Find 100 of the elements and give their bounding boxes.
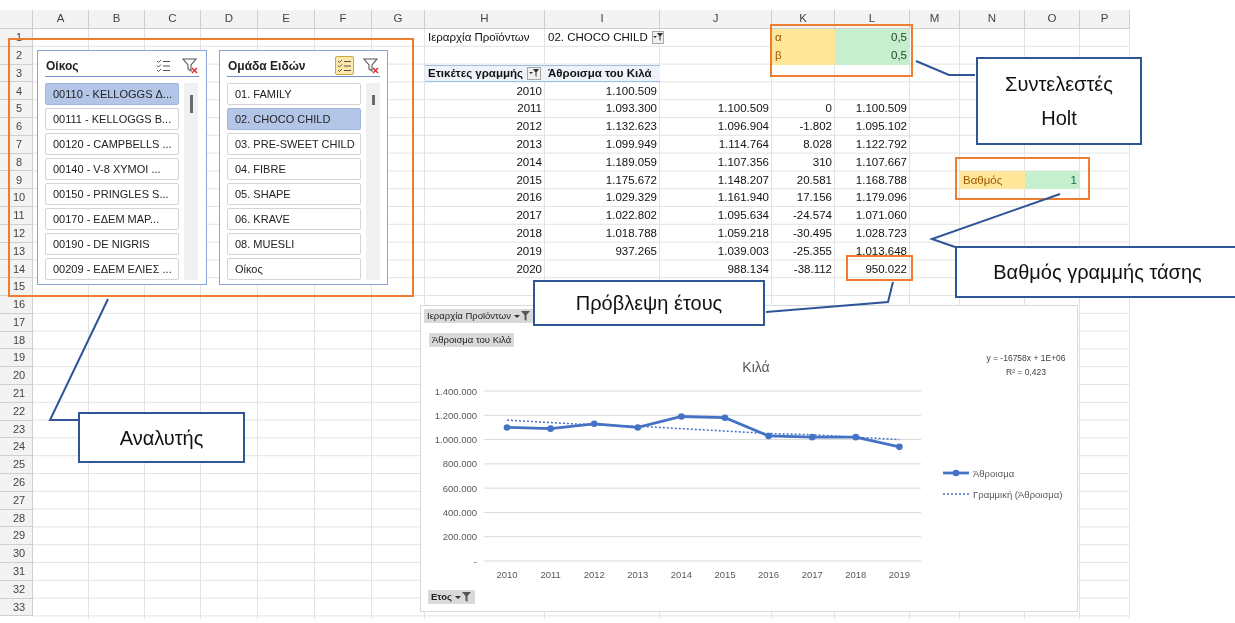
legend-marker <box>943 469 969 477</box>
table-cell-text: 1.107.356 <box>717 154 769 170</box>
row-header[interactable]: 20 <box>0 367 33 385</box>
slicer-item[interactable]: 00190 - DE NIGRIS <box>45 233 179 255</box>
slicer-item[interactable]: 03. PRE-SWEET CHILD <box>227 133 361 155</box>
data-point <box>503 424 511 431</box>
filter-button[interactable] <box>527 67 542 80</box>
table-cell-text: 1.071.060 <box>855 208 907 224</box>
slicer-item[interactable]: 06. KRAVE <box>227 208 361 230</box>
column-header[interactable]: M <box>910 10 960 29</box>
slicer-item[interactable]: 00110 - KELLOGGS Δ... <box>45 83 179 105</box>
table-cell-text: -25.355 <box>793 243 832 259</box>
slicer-item[interactable]: 04. FIBRE <box>227 158 361 180</box>
slicer-item[interactable]: 00170 - ΕΔΕΜ ΜΑΡ... <box>45 208 179 230</box>
data-point <box>678 413 685 420</box>
slicer-item[interactable]: 00150 - PRINGLES S... <box>45 183 179 205</box>
data-point <box>634 424 642 431</box>
axis-label: 2014 <box>670 569 692 580</box>
slicer-item[interactable]: 02. CHOCO CHILD <box>227 108 361 130</box>
trendline-equation: R² = 0,423 <box>1006 367 1046 377</box>
slicer-item[interactable]: 00209 - ΕΔΕΜ ΕΛΙΕΣ ... <box>45 258 179 280</box>
axis-label: 1.000.000 <box>434 434 477 446</box>
column-header[interactable]: H <box>425 10 545 29</box>
axis-label: 2010 <box>496 569 518 580</box>
row-header[interactable]: 19 <box>0 349 33 368</box>
column-header[interactable]: O <box>1025 10 1080 29</box>
table-cell-text: -1.802 <box>799 119 832 135</box>
slicer-item[interactable]: 00140 - V-8 XYMOI ... <box>45 158 179 180</box>
column-header[interactable]: D <box>201 10 258 29</box>
data-point <box>765 432 772 440</box>
row-header[interactable]: 10 <box>0 189 33 207</box>
table-cell-text: 20.581 <box>796 172 832 188</box>
table-cell-text: 1.095.634 <box>717 208 769 224</box>
axis-label: - <box>473 555 477 567</box>
row-header[interactable]: 24 <box>0 438 33 457</box>
column-header[interactable]: J <box>660 10 772 29</box>
table-cell-text: 1.100.509 <box>605 83 657 99</box>
column-header[interactable]: A <box>33 10 89 29</box>
table-cell-text: 1.013.648 <box>855 243 907 259</box>
table-cell-text: 310 <box>812 154 832 170</box>
column-header[interactable]: I <box>545 10 660 29</box>
column-header[interactable]: G <box>372 10 425 29</box>
table-cell-text: 1.122.792 <box>855 137 907 153</box>
row-header[interactable]: 15 <box>0 278 33 296</box>
slicer-item[interactable]: 08. MUESLI <box>227 233 361 255</box>
column-heading: Άθροισμα του Κιλά <box>548 65 652 81</box>
table-cell-text: -38.112 <box>793 261 832 277</box>
dropdown-filter-icon[interactable] <box>512 311 531 321</box>
axis-label: 400.000 <box>442 506 477 518</box>
column-header[interactable]: B <box>89 10 145 29</box>
clear-filter-icon[interactable] <box>181 56 199 75</box>
axis-label: 2017 <box>801 569 823 580</box>
row-header[interactable]: 9 <box>0 171 33 190</box>
slicer-item[interactable]: 00120 - CAMPBELLS ... <box>45 133 179 155</box>
multi-select-icon[interactable] <box>335 56 354 75</box>
scrollbar[interactable] <box>366 83 380 280</box>
column-header[interactable]: C <box>145 10 201 29</box>
row-header[interactable]: 25 <box>0 456 33 474</box>
slicer-item[interactable]: 05. SHAPE <box>227 183 361 205</box>
row-header[interactable]: 29 <box>0 527 33 546</box>
row-header[interactable]: 4 <box>0 82 33 101</box>
column-header[interactable]: N <box>960 10 1025 29</box>
slicer-item[interactable]: 00111 - KELLOGGS B... <box>45 108 179 130</box>
slicer-item[interactable]: 01. FAMILY <box>227 83 361 105</box>
scrollbar[interactable] <box>184 83 198 280</box>
data-point <box>547 425 554 432</box>
row-label: 2016 <box>516 190 542 206</box>
row-header[interactable]: 30 <box>0 545 33 563</box>
table-cell-text: 1.095.102 <box>855 119 907 135</box>
row-label: 2011 <box>517 101 542 117</box>
table-cell-text: 1.148.207 <box>717 172 769 188</box>
parameter-value[interactable]: 1 <box>1025 171 1080 190</box>
row-label: 2012 <box>516 119 542 135</box>
filter-button[interactable] <box>651 31 664 45</box>
table-cell-text: -30.495 <box>793 226 832 242</box>
slicer-item[interactable]: Οίκος <box>227 258 361 280</box>
column-header[interactable]: F <box>315 10 372 29</box>
data-point <box>896 443 903 451</box>
table-cell-text: 1.100.509 <box>855 101 907 117</box>
data-point <box>852 433 860 441</box>
filter-label: Ιεραρχία Προϊόντων <box>428 30 530 46</box>
leader-line <box>915 60 976 76</box>
slicer-title: Ομάδα Ειδών <box>227 57 306 75</box>
table-cell-text: 1.096.904 <box>717 119 769 135</box>
field-button[interactable]: Ιεραρχία Προϊόντων <box>424 309 534 323</box>
clear-filter-icon[interactable] <box>362 56 380 75</box>
parameter-value[interactable]: 0,5 <box>835 29 910 47</box>
row-label: 2014 <box>516 154 542 170</box>
row-header[interactable]: 14 <box>0 260 33 279</box>
dropdown-filter-icon[interactable] <box>454 592 473 602</box>
table-cell-text: 1.099.949 <box>605 137 657 153</box>
row-header[interactable]: 5 <box>0 100 33 118</box>
column-header[interactable]: E <box>258 10 315 29</box>
column-header[interactable]: P <box>1080 10 1130 29</box>
field-button[interactable]: Ετος <box>428 590 476 604</box>
table-cell-text: 1.028.723 <box>855 226 907 242</box>
data-point <box>808 433 816 441</box>
parameter-label: Βαθμός <box>960 171 1025 190</box>
column-heading: Ετικέτες γραμμής <box>428 65 524 81</box>
field-button[interactable]: Άθροισμα του Κιλά <box>429 333 515 347</box>
